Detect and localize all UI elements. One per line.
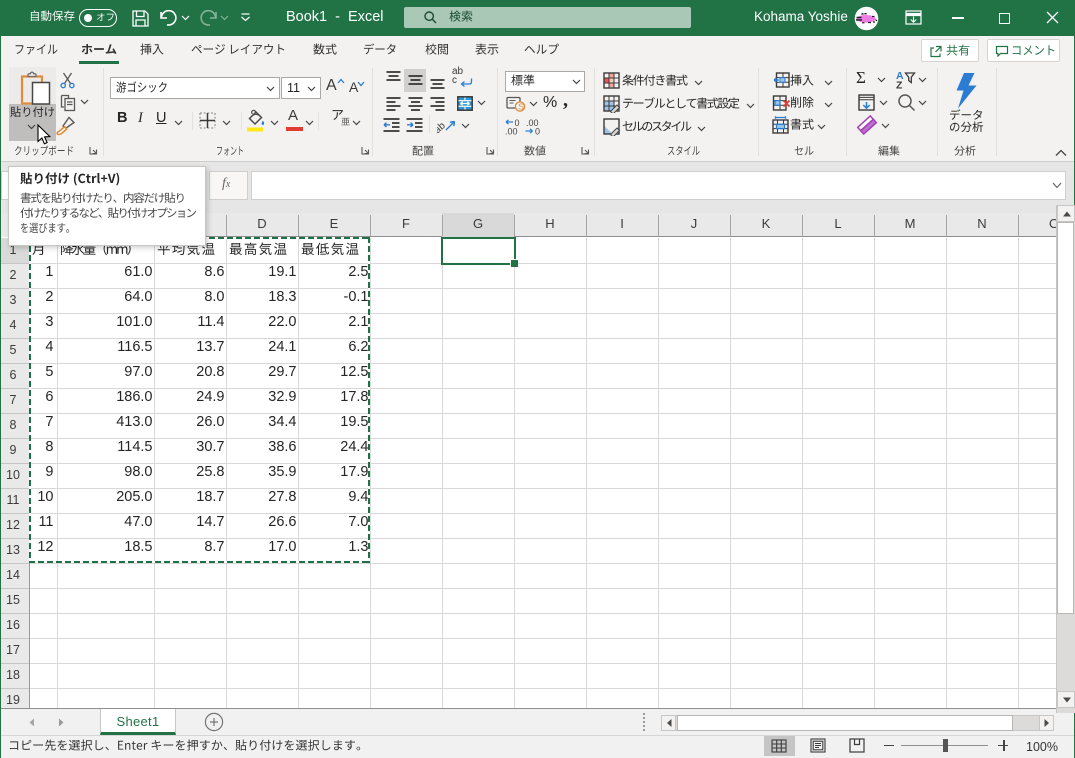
svg-text:S: S [518, 102, 524, 112]
svg-text:Z: Z [896, 80, 903, 90]
svg-text:ab: ab [437, 120, 448, 134]
svg-text:0: 0 [535, 127, 540, 136]
svg-text:.00: .00 [505, 127, 518, 136]
